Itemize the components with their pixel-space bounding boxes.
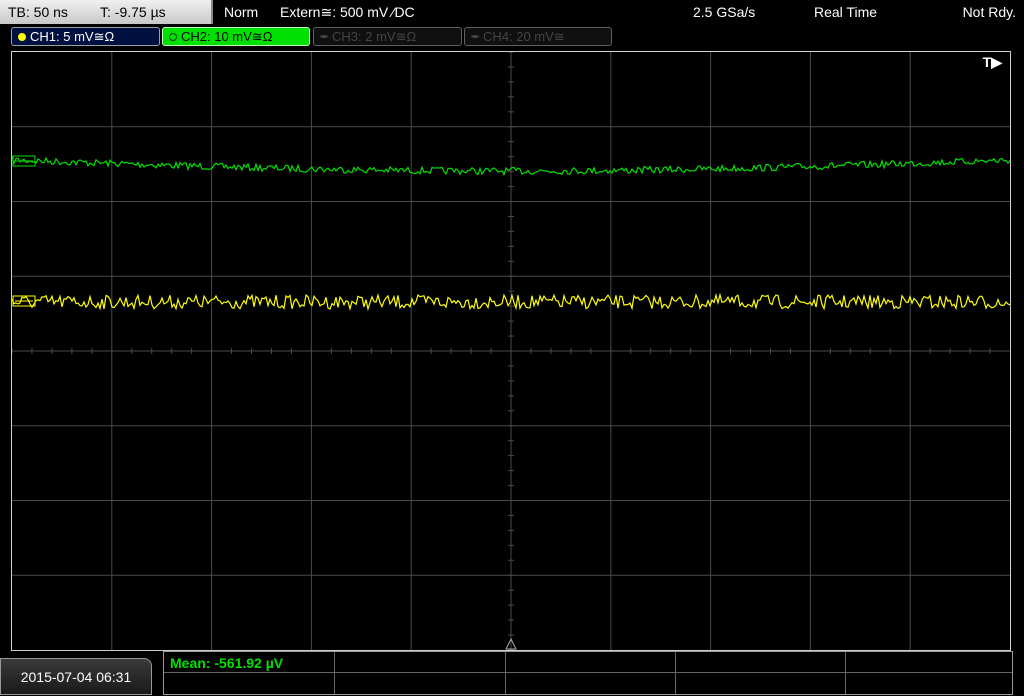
sample-rate-label: 2.5 GSa/s (693, 4, 756, 20)
graticule-svg (12, 52, 1010, 650)
channel-4-label: CH4: 20 mV≅ (483, 29, 565, 44)
channel-2-ground-marker-icon[interactable] (12, 155, 36, 167)
trigger-mode-label[interactable]: Norm (224, 0, 258, 24)
channel-1-tab[interactable]: CH1: 5 mV≅Ω (11, 27, 160, 46)
channel-tabs: CH1: 5 mV≅Ω CH2: 10 mV≅Ω CH3: 2 mV≅Ω CH4… (0, 26, 1024, 48)
measurement-mean-value: Mean: -561.92 µV (170, 655, 284, 671)
trigger-source-label[interactable]: Extern≅: 500 mV ⁄DC (280, 0, 415, 24)
trigger-level-marker-icon[interactable]: T▶ (983, 54, 1002, 71)
datetime-display: 2015-07-04 06:31 (0, 658, 152, 695)
channel-2-indicator-icon (169, 33, 177, 41)
channel-4-indicator-icon (471, 35, 479, 38)
channel-4-tab[interactable]: CH4: 20 mV≅ (464, 27, 612, 46)
channel-2-tab[interactable]: CH2: 10 mV≅Ω (162, 27, 310, 46)
timebase-box[interactable]: TB: 50 ns T: -9.75 µs (0, 0, 213, 24)
measurement-panel: Mean: -561.92 µV (163, 651, 1013, 695)
channel-2-label: CH2: 10 mV≅Ω (181, 29, 273, 44)
channel-1-indicator-icon (18, 33, 26, 41)
channel-3-tab[interactable]: CH3: 2 mV≅Ω (313, 27, 462, 46)
channel-1-label: CH1: 5 mV≅Ω (30, 29, 115, 44)
acquisition-status-label: Not Rdy. (962, 4, 1016, 20)
timebase-label: TB: 50 ns (8, 4, 68, 20)
channel-3-indicator-icon (320, 35, 328, 38)
waveform-display[interactable]: T▶ (11, 51, 1011, 651)
channel-3-label: CH3: 2 mV≅Ω (332, 29, 417, 44)
acquisition-mode-label: Real Time (814, 4, 878, 20)
status-bar: TB: 50 ns T: -9.75 µs Norm Extern≅: 500 … (0, 0, 1024, 24)
trigger-time-label: T: -9.75 µs (100, 4, 166, 20)
graticule-grid (12, 52, 1010, 650)
